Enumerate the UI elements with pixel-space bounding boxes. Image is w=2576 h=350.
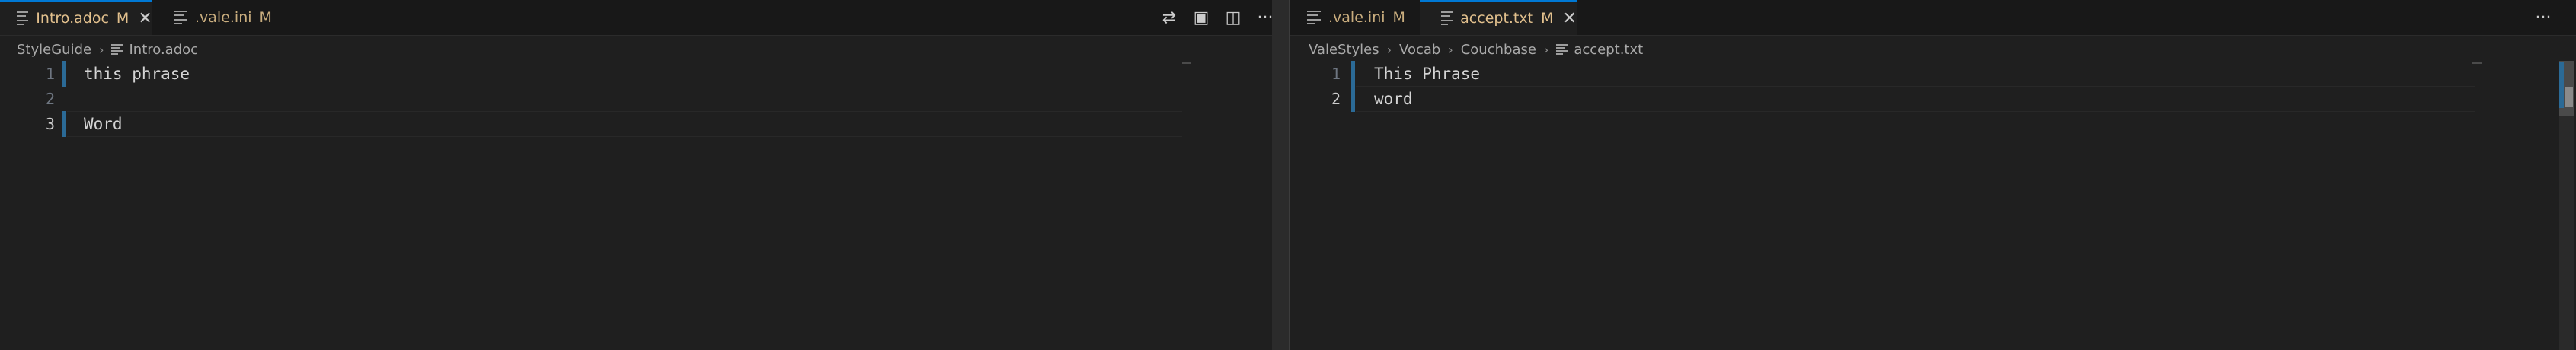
compare-changes-icon[interactable]: ⇄ [1159,8,1179,27]
text-editor[interactable]: 1 this phrase 2 3 Word [0,61,1272,350]
modified-line-indicator [62,111,66,137]
right-tab-bar: .vale.ini M accept.txt M ✕ ··· [1290,0,2576,36]
breadcrumb: ValeStyles › Vocab › Couchbase › accept.… [1309,40,1643,59]
chevron-right-icon: › [1386,42,1392,57]
tab-label: .vale.ini [195,9,252,26]
breadcrumb: StyleGuide › Intro.adoc [17,40,198,59]
chevron-right-icon: › [99,42,104,57]
left-tab-bar: Intro.adoc M ✕ .vale.ini M ⇄ ▣ ◫ ··· [0,0,1290,36]
minimap[interactable] [2472,62,2482,64]
file-lines-icon [17,11,29,25]
line-text: word [1374,90,1413,108]
line-number: 2 [45,90,55,108]
close-icon[interactable]: ✕ [138,9,152,28]
editor-split-sash[interactable] [1272,0,1290,350]
breadcrumb-item-intro-adoc[interactable]: Intro.adoc [129,42,198,58]
editor-line: 2 [0,86,1272,112]
modified-line-indicator [1351,86,1355,112]
file-lines-icon [1441,11,1453,25]
file-lines-icon [174,11,187,24]
tab-intro-adoc[interactable]: Intro.adoc M ✕ [0,0,152,35]
left-editor-group: Intro.adoc M ✕ .vale.ini M ⇄ ▣ ◫ ··· Sty… [0,0,1290,350]
line-number: 1 [1331,65,1341,83]
split-editor-icon[interactable]: ◫ [1223,8,1243,27]
editor-line: 1 this phrase [0,61,1272,87]
line-text: This Phrase [1374,65,1481,83]
tab-vale-ini[interactable]: .vale.ini M [154,0,292,35]
modified-badge: M [259,9,272,26]
modified-line-indicator [62,61,66,87]
current-line-highlight [67,111,1182,137]
modified-line-indicator [1351,61,1355,87]
tab-label: .vale.ini [1328,9,1385,26]
open-preview-icon[interactable]: ▣ [1191,8,1211,27]
tab-label: accept.txt [1460,10,1534,27]
tab-accept-txt[interactable]: accept.txt M ✕ [1420,0,1577,35]
breadcrumb-item-valestyles[interactable]: ValeStyles [1309,42,1379,58]
chevron-right-icon: › [1543,42,1549,57]
tab-vale-ini[interactable]: .vale.ini M [1290,0,1418,35]
modified-badge: M [1541,10,1554,27]
vertical-scrollbar[interactable] [2559,61,2574,350]
editor-line-current: 3 Word [0,111,1272,137]
overview-ruler-cursor [2565,87,2573,107]
tab-label: Intro.adoc [36,10,109,27]
file-lines-icon [1556,43,1568,56]
line-text: this phrase [84,65,190,83]
overview-ruler-change [2559,62,2564,108]
breadcrumb-item-couchbase[interactable]: Couchbase [1461,42,1536,58]
line-number: 3 [45,115,55,133]
text-editor[interactable]: 1 This Phrase 2 word [1290,61,2558,350]
line-number: 2 [1331,90,1341,108]
left-editor-actions: ⇄ ▣ ◫ ··· [1159,0,1275,35]
breadcrumb-item-vocab[interactable]: Vocab [1399,42,1440,58]
line-text: Word [84,115,123,133]
file-lines-icon [111,43,123,56]
modified-badge: M [116,10,129,27]
more-actions-icon[interactable]: ··· [2533,8,2553,27]
close-icon[interactable]: ✕ [1562,9,1577,28]
editor-line-current: 2 word [1290,86,2558,112]
file-lines-icon [1307,11,1321,24]
right-editor-group: .vale.ini M accept.txt M ✕ ··· ValeStyle… [1290,0,2576,350]
breadcrumb-item-accept-txt[interactable]: accept.txt [1574,42,1643,58]
right-editor-actions: ··· [2533,0,2553,35]
editor-line: 1 This Phrase [1290,61,2558,87]
current-line-highlight [1356,86,2475,112]
minimap[interactable] [1182,62,1191,64]
breadcrumb-item-styleguide[interactable]: StyleGuide [17,42,91,58]
chevron-right-icon: › [1448,42,1453,57]
line-number: 1 [45,65,55,83]
modified-badge: M [1392,9,1405,26]
